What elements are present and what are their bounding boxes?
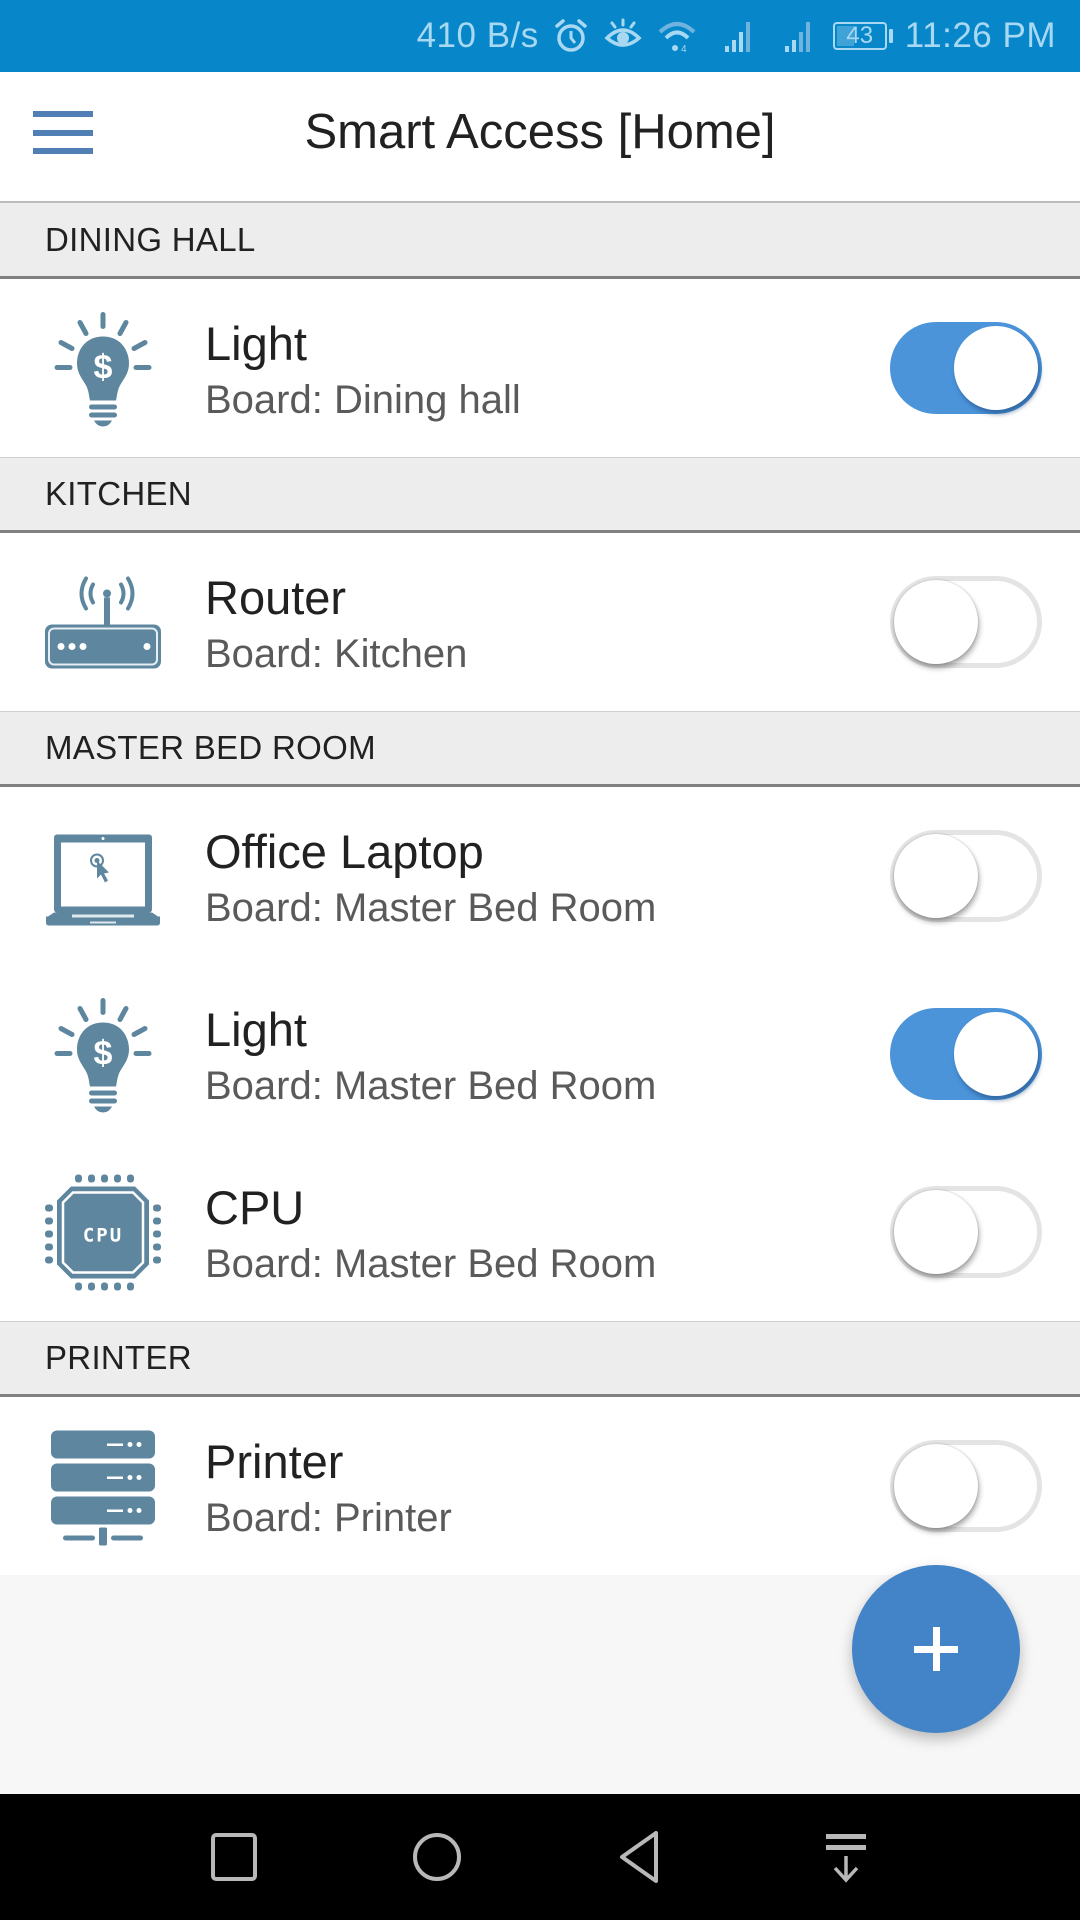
home-circle-icon[interactable]	[397, 1824, 477, 1890]
server-stack-icon	[40, 1424, 165, 1549]
status-bar: 410 B/s 4 43 11:26 PM	[0, 0, 1080, 72]
switch-thumb[interactable]	[894, 580, 978, 664]
device-board: Board: Kitchen	[205, 632, 468, 676]
svg-text:4: 4	[681, 44, 687, 54]
laptop-icon	[40, 814, 165, 939]
svg-text:$: $	[93, 1034, 112, 1072]
power-toggle-switch[interactable]	[890, 320, 1042, 416]
clock: 11:26 PM	[904, 16, 1056, 55]
device-row[interactable]: Office Laptop Board: Master Bed Room	[0, 787, 1080, 965]
power-toggle-switch[interactable]	[890, 1438, 1042, 1534]
device-board: Board: Master Bed Room	[205, 1242, 657, 1286]
device-text: Router Board: Kitchen	[205, 571, 467, 681]
switch-thumb[interactable]	[954, 1012, 1038, 1096]
section-header: PRINTER	[0, 1321, 1080, 1397]
network-speed: 410 B/s	[416, 16, 539, 55]
device-row[interactable]: $ Light Board: Master Bed Room	[0, 965, 1080, 1143]
lightbulb-dollar-icon: $	[40, 306, 165, 431]
device-row[interactable]: $ Light Board: Dining hall	[0, 279, 1080, 457]
section-header: KITCHEN	[0, 457, 1080, 533]
switch-thumb[interactable]	[894, 1444, 978, 1528]
power-toggle-switch[interactable]	[890, 1006, 1042, 1102]
svg-text:$: $	[93, 348, 112, 386]
device-text: CPU Board: Master Bed Room	[205, 1181, 656, 1291]
battery-level: 43	[846, 22, 874, 49]
signal-icon-sim2	[783, 16, 817, 56]
battery-indicator: 43	[832, 22, 893, 50]
battery-icon: 43	[832, 22, 887, 50]
switch-thumb[interactable]	[894, 834, 978, 918]
device-board: Board: Dining hall	[205, 378, 521, 422]
alarm-icon	[553, 16, 589, 56]
device-list[interactable]: DINING HALL $ Light Board: Dining hall KIT…	[0, 203, 1080, 1575]
notification-pull-down-icon[interactable]	[806, 1824, 886, 1890]
wifi-icon: 4	[657, 16, 697, 56]
device-name: Router	[205, 571, 347, 624]
signal-icon-sim1	[723, 16, 757, 56]
device-name: Light	[205, 317, 307, 370]
add-device-button[interactable]	[852, 1565, 1020, 1733]
cpu-chip-icon: CPU	[40, 1170, 165, 1295]
device-text: Printer Board: Printer	[205, 1435, 452, 1545]
svg-text:CPU: CPU	[82, 1224, 122, 1246]
battery-tip	[888, 29, 893, 43]
router-icon	[40, 560, 165, 685]
switch-thumb[interactable]	[954, 326, 1038, 410]
device-name: Printer	[205, 1435, 344, 1488]
recents-square-icon[interactable]	[194, 1824, 274, 1890]
plus-icon-vertical	[932, 1627, 940, 1671]
power-toggle-switch[interactable]	[890, 828, 1042, 924]
page-title: Smart Access [Home]	[304, 105, 776, 159]
back-triangle-icon[interactable]	[600, 1824, 680, 1890]
device-row[interactable]: Printer Board: Printer	[0, 1397, 1080, 1575]
app-bar: Smart Access [Home]	[0, 72, 1080, 203]
device-row[interactable]: Router Board: Kitchen	[0, 533, 1080, 711]
power-toggle-switch[interactable]	[890, 1184, 1042, 1280]
device-text: Light Board: Master Bed Room	[205, 1003, 656, 1113]
device-row[interactable]: CPU CPU Board: Master Bed Room	[0, 1143, 1080, 1321]
section-header: MASTER BED ROOM	[0, 711, 1080, 787]
device-text: Office Laptop Board: Master Bed Room	[205, 825, 656, 935]
system-navigation-bar	[0, 1794, 1080, 1920]
device-board: Board: Master Bed Room	[205, 1064, 657, 1108]
switch-thumb[interactable]	[894, 1190, 978, 1274]
device-name: CPU	[205, 1181, 305, 1234]
device-name: Light	[205, 1003, 307, 1056]
device-name: Office Laptop	[205, 825, 484, 878]
device-text: Light Board: Dining hall	[205, 317, 521, 427]
section-header: DINING HALL	[0, 203, 1080, 279]
power-toggle-switch[interactable]	[890, 574, 1042, 670]
lightbulb-dollar-icon: $	[40, 992, 165, 1117]
device-board: Board: Master Bed Room	[205, 886, 657, 930]
device-board: Board: Printer	[205, 1496, 452, 1540]
eye-comfort-icon	[603, 16, 643, 56]
